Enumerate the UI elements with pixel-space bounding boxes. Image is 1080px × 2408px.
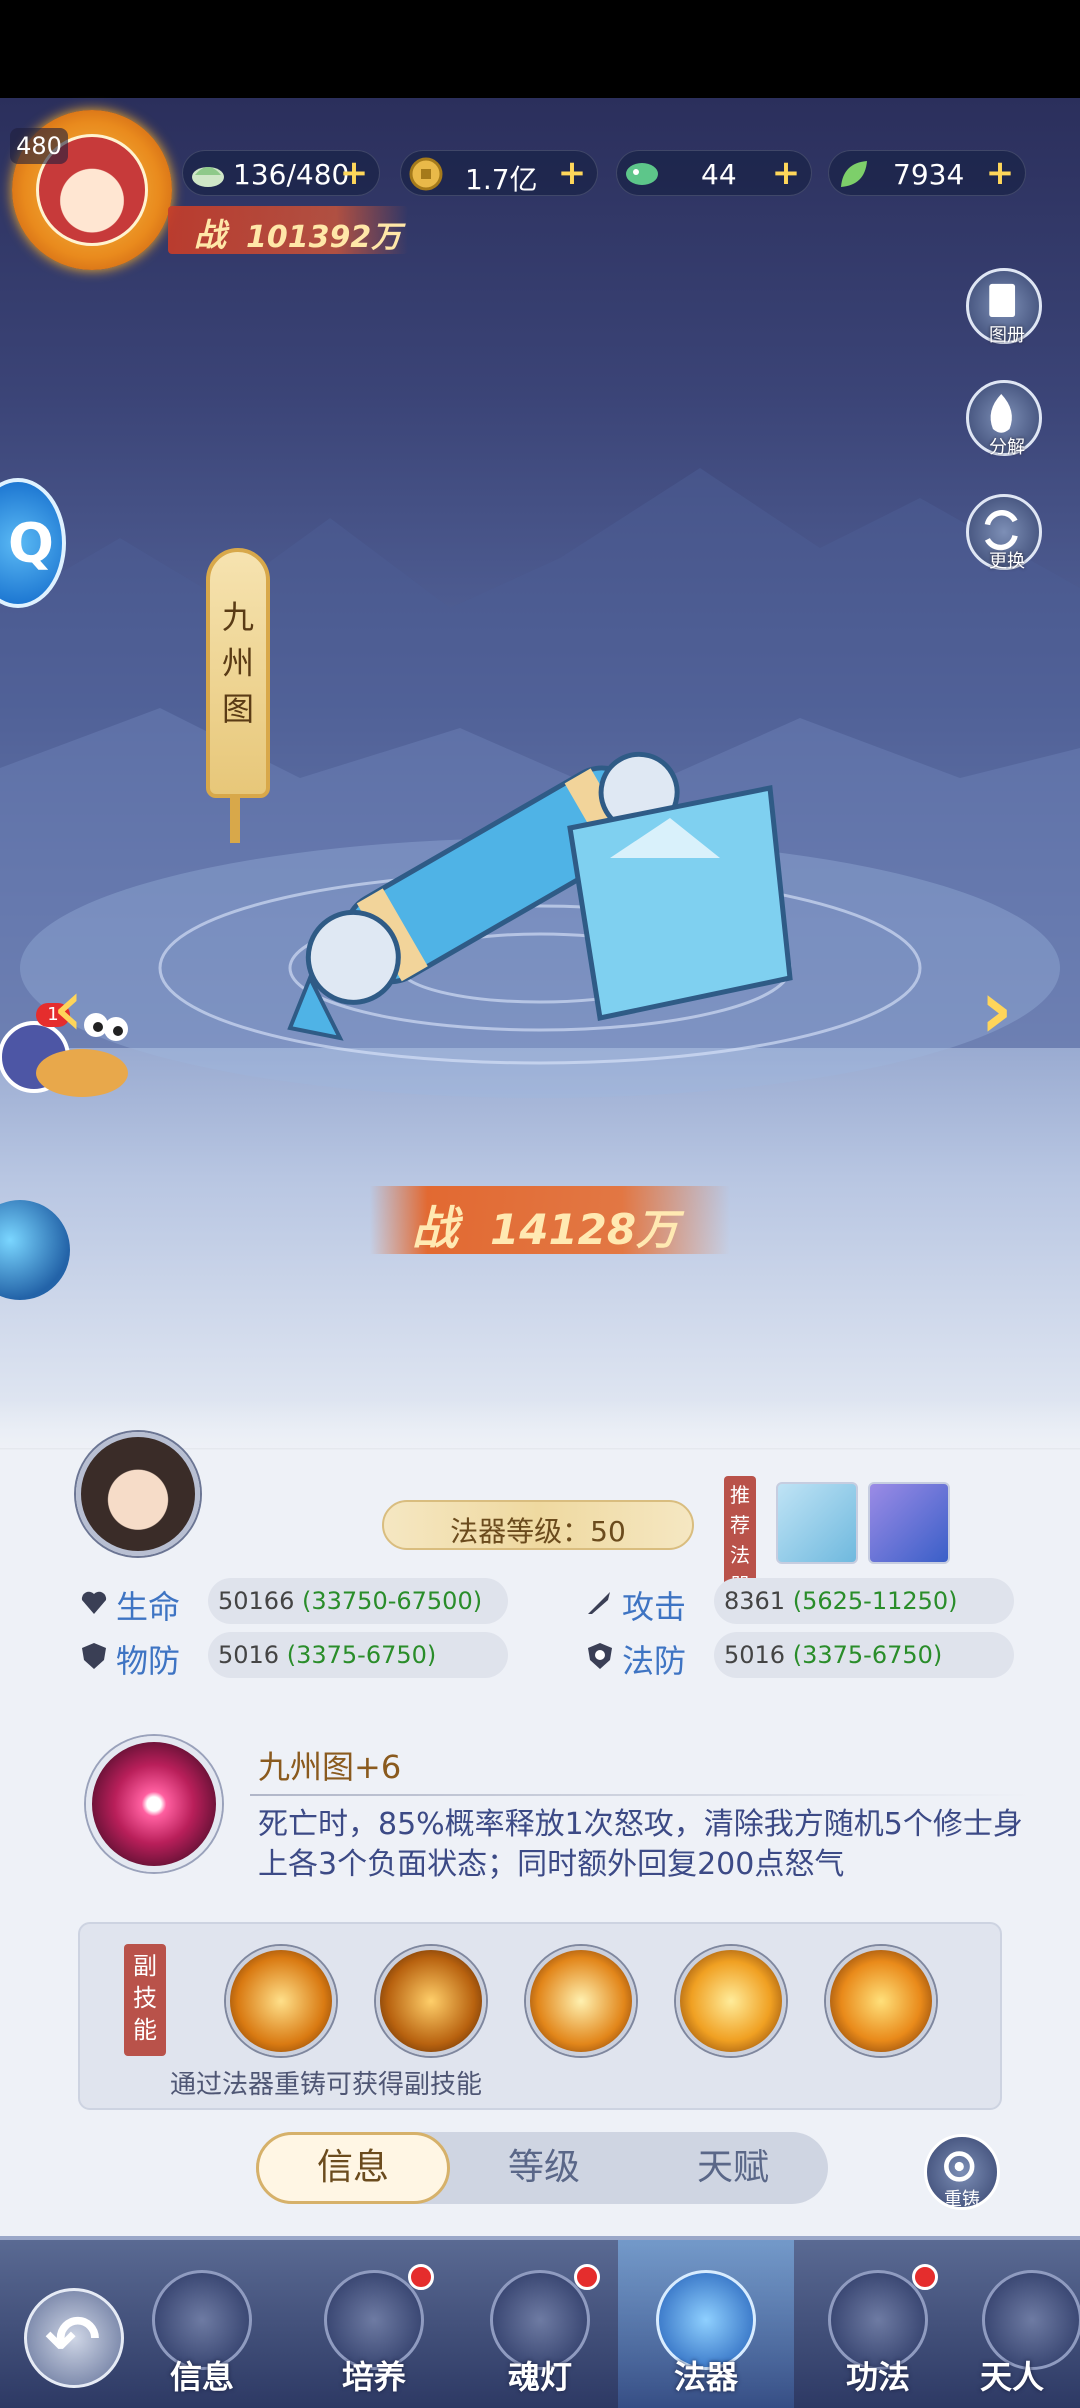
nav-artifact-label: 法器 [673, 2358, 738, 2396]
jade-icon [626, 163, 658, 185]
next-artifact-arrow[interactable]: › [980, 970, 1040, 1050]
skill-divider [250, 1794, 1030, 1796]
sub-skill-hint: 通过法器重铸可获得副技能 [170, 2070, 483, 2100]
sub-skill-tag-text: 副技能 [133, 1952, 157, 2044]
nav-soul-lamp-label: 魂灯 [507, 2358, 572, 2396]
resource-coin[interactable]: 1.7亿 + [400, 150, 598, 196]
nav-soul-lamp-dot [574, 2264, 600, 2290]
player-power: 战 101392万 [168, 206, 408, 255]
jade-add-button[interactable]: + [769, 156, 803, 190]
leaf-add-button[interactable]: + [983, 156, 1017, 190]
stat-hp-box: 50166 (33750-67500) [208, 1578, 508, 1624]
sub-skill-slot-4[interactable] [676, 1946, 786, 2056]
atlas-button[interactable]: 图册 [966, 268, 1042, 346]
stat-phys-def-label: 物防 [116, 1642, 181, 1680]
stat-attack-label: 攻击 [622, 1588, 687, 1626]
decompose-label: 分解 [989, 437, 1025, 458]
recast-button[interactable]: 重铸 [924, 2134, 1000, 2210]
stat-magic-def-value: 5016 (3375-6750) [724, 1641, 943, 1669]
replace-button[interactable]: 更换 [966, 494, 1042, 572]
stat-attack-value: 8361 (5625-11250) [724, 1587, 958, 1615]
stat-magic-def: 法防 5016 (3375-6750) [584, 1632, 1016, 1680]
artifact-image [287, 751, 793, 1041]
leaf-value: 7934 [893, 158, 965, 191]
sub-skill-slot-5[interactable] [826, 1946, 936, 2056]
back-arrow-icon: ↶ [45, 2301, 101, 2378]
stamina-icon [192, 167, 224, 187]
recommended-artifact-1[interactable] [776, 1482, 858, 1564]
nav-cultivate[interactable]: 培养 [314, 2264, 434, 2408]
stamina-add-button[interactable]: + [337, 156, 371, 190]
stat-magic-def-label: 法防 [622, 1642, 687, 1680]
coin-add-button[interactable]: + [555, 156, 589, 190]
equipped-character-avatar[interactable] [76, 1432, 200, 1556]
resource-jade[interactable]: 44 + [616, 150, 812, 196]
stat-magic-def-box: 5016 (3375-6750) [714, 1632, 1014, 1678]
nav-artifact[interactable]: 法器 [646, 2270, 766, 2408]
stat-phys-def-box: 5016 (3375-6750) [208, 1632, 508, 1678]
stamina-value: 136/480 [233, 158, 350, 191]
status-bar [0, 0, 1080, 98]
nav-technique[interactable]: 功法 [818, 2264, 938, 2408]
banner-tassel [230, 795, 240, 843]
stat-attack: 攻击 8361 (5625-11250) [584, 1578, 1016, 1626]
sub-skill-slot-2[interactable] [376, 1946, 486, 2056]
nav-info[interactable]: 信息 [142, 2270, 262, 2408]
shield-icon [82, 1643, 106, 1669]
artifact-power-value: 14128万 [490, 1205, 679, 1254]
nav-cultivate-dot [408, 2264, 434, 2290]
tab-info[interactable]: 信息 [256, 2132, 450, 2204]
nav-cultivate-label: 培养 [341, 2358, 406, 2396]
jade-value: 44 [701, 158, 737, 191]
nav-technique-dot [912, 2264, 938, 2290]
back-button[interactable]: ↶ [24, 2288, 124, 2388]
artifact-power-label: 战 [412, 1201, 458, 1255]
nav-technique-label: 功法 [845, 2358, 910, 2396]
power-label: 战 [194, 216, 227, 254]
search-icon: Q [8, 512, 54, 575]
power-value: 101392万 [246, 220, 402, 255]
coin-value: 1.7亿 [465, 163, 538, 196]
sword-icon [588, 1592, 610, 1614]
stat-phys-def-value: 5016 (3375-6750) [218, 1641, 437, 1669]
tab-level[interactable]: 等级 [450, 2132, 638, 2204]
artifact-level-text: 法器等级：50 [450, 1515, 626, 1548]
player-level-badge: 480 [10, 128, 68, 164]
magic-shield-icon [588, 1643, 612, 1669]
heart-icon [81, 1591, 107, 1614]
sub-skill-tag: 副技能 [124, 1944, 166, 2056]
sub-skill-slot-1[interactable] [226, 1946, 336, 2056]
coin-icon [409, 157, 443, 191]
leaf-icon [841, 161, 867, 187]
stat-hp: 生命 50166 (33750-67500) [78, 1578, 510, 1626]
artifact-power: 战 14128万 [370, 1186, 730, 1255]
artifact-name-banner: 九州图 [206, 548, 270, 798]
stat-attack-box: 8361 (5625-11250) [714, 1578, 1014, 1624]
recast-label: 重铸 [944, 2189, 980, 2210]
stat-phys-def: 物防 5016 (3375-6750) [78, 1632, 510, 1680]
tab-talent[interactable]: 天赋 [638, 2132, 828, 2204]
skill-description: 死亡时，85%概率释放1次怒攻，清除我方随机5个修士身上各3个负面状态；同时额外… [258, 1807, 1023, 1882]
stat-hp-label: 生命 [116, 1588, 181, 1626]
nav-heaven-label: 天人 [980, 2358, 1045, 2396]
decompose-button[interactable]: 分解 [966, 380, 1042, 458]
resource-leaf[interactable]: 7934 + [828, 150, 1026, 196]
main-skill-icon[interactable] [86, 1736, 222, 1872]
recommended-artifact-2[interactable] [868, 1482, 950, 1564]
nav-heaven[interactable]: 天人 [972, 2270, 1080, 2408]
nav-soul-lamp[interactable]: 魂灯 [480, 2264, 600, 2408]
detail-tabs: 信息 等级 天赋 [256, 2132, 828, 2204]
artifact-name: 九州图 [221, 598, 254, 728]
artifact-level: 法器等级：50 [382, 1500, 694, 1550]
atlas-label: 图册 [989, 325, 1025, 346]
resource-stamina[interactable]: 136/480 + [182, 150, 380, 196]
stat-hp-value: 50166 (33750-67500) [218, 1587, 483, 1615]
sub-skill-slot-3[interactable] [526, 1946, 636, 2056]
replace-label: 更换 [989, 551, 1025, 572]
nav-info-label: 信息 [169, 2358, 234, 2396]
prev-artifact-arrow[interactable]: ‹ [52, 968, 102, 1048]
skill-name: 九州图+6 [258, 1748, 402, 1786]
